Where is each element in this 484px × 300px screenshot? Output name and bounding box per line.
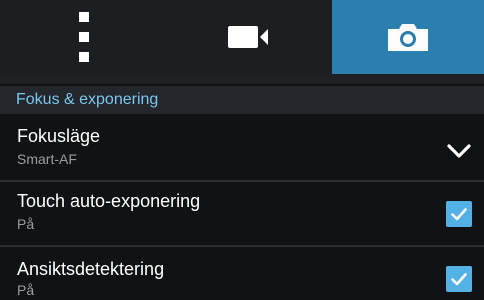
tab-menu[interactable] <box>0 0 168 74</box>
camera-icon <box>388 24 428 51</box>
checkbox-checked-icon[interactable] <box>446 201 472 227</box>
section-header: Fokus & exponering <box>0 86 484 114</box>
tab-bar-divider <box>0 74 484 84</box>
checkbox-checked-icon[interactable] <box>446 266 472 292</box>
tab-photo[interactable] <box>332 0 484 74</box>
setting-face-detection[interactable]: Ansiktsdetektering På <box>0 247 484 300</box>
setting-value: På <box>17 282 35 298</box>
setting-label: Ansiktsdetektering <box>17 259 165 279</box>
menu-dots-icon <box>79 12 89 62</box>
mode-tab-bar <box>0 0 484 74</box>
tab-video[interactable] <box>168 0 332 74</box>
setting-label: Fokusläge <box>17 126 101 146</box>
setting-focus-mode[interactable]: Fokusläge Smart-AF <box>0 117 484 183</box>
setting-value: Smart-AF <box>17 151 77 167</box>
chevron-down-icon[interactable] <box>446 137 472 163</box>
setting-value: På <box>17 216 35 232</box>
setting-touch-auto-exposure[interactable]: Touch auto-exponering På <box>0 182 484 248</box>
setting-label: Touch auto-exponering <box>17 191 201 211</box>
video-camera-icon <box>228 26 268 48</box>
